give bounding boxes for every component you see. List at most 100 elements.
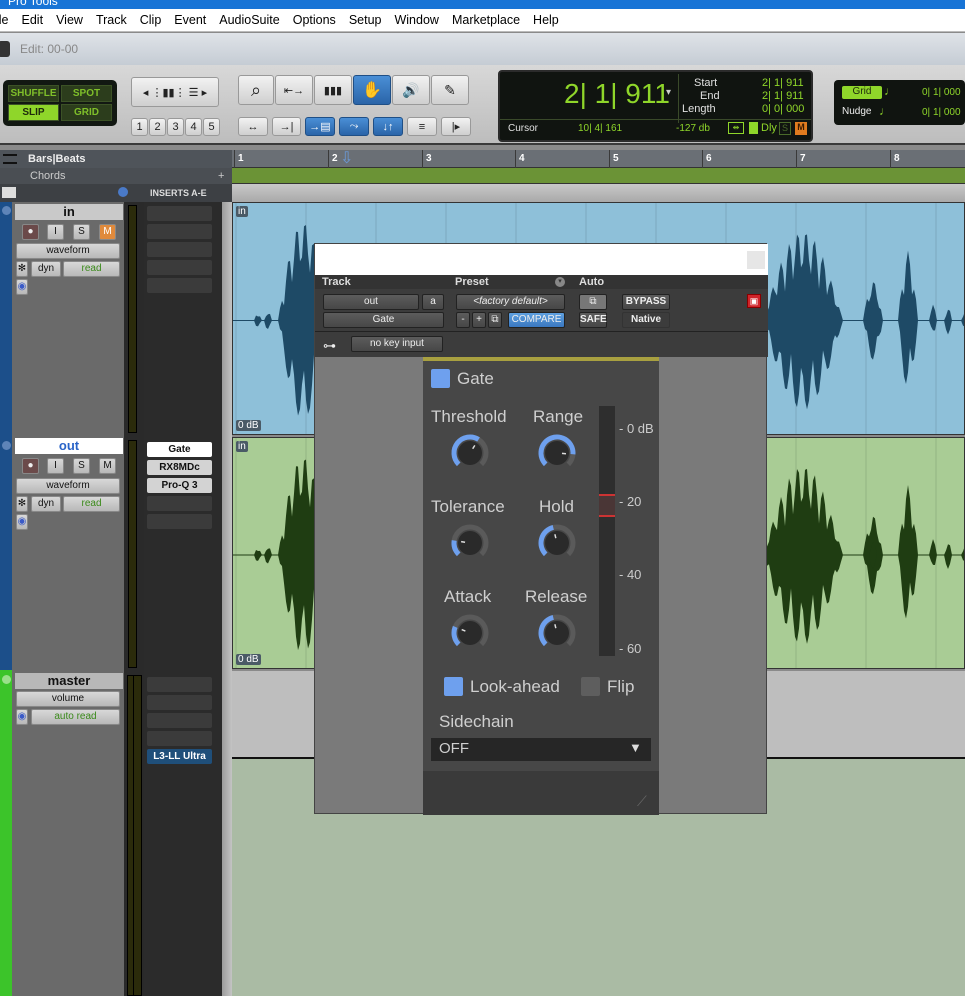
lookahead-checkbox[interactable]	[444, 677, 463, 696]
menu-setup[interactable]: Setup	[349, 13, 382, 27]
track-master-automation-select[interactable]: auto read	[31, 709, 120, 725]
track-out-view-select[interactable]: waveform	[16, 478, 120, 494]
menu-options[interactable]: Options	[293, 13, 336, 27]
audio-zoom-icon[interactable]: ⋮▮▮⋮	[151, 86, 185, 99]
track-out-insert-e[interactable]	[147, 514, 212, 529]
grid-mode-button[interactable]: GRID	[61, 104, 112, 121]
ruler-bars-beats[interactable]: Bars|Beats	[0, 150, 232, 168]
bar-ruler[interactable]: 1 2 3 4 5 6 7 8 ⇩	[232, 150, 965, 168]
spot-mode-button[interactable]: SPOT	[61, 85, 112, 102]
dly-label[interactable]: Dly	[761, 122, 777, 134]
start-value[interactable]: 2| 1| 911	[762, 77, 804, 89]
resize-grip-icon[interactable]: ⟋	[637, 793, 647, 810]
flip-checkbox[interactable]	[581, 677, 600, 696]
ruler-menu-icon[interactable]	[3, 154, 17, 164]
zoom-preset-4[interactable]: 4	[185, 118, 202, 136]
zoom-in-arrow-icon[interactable]: ▸	[202, 86, 208, 99]
track-master-insert-d[interactable]	[147, 731, 212, 746]
delay-compensation-icon[interactable]: ⇹	[728, 122, 744, 134]
track-master-insert-b[interactable]	[147, 695, 212, 710]
track-in-expand-icon[interactable]	[2, 206, 11, 215]
grid-value[interactable]: 0| 1| 000	[922, 87, 961, 98]
track-in-insert-e[interactable]	[147, 278, 212, 293]
threshold-indicator[interactable]	[599, 494, 615, 517]
track-out-solo-button[interactable]: S	[73, 458, 90, 474]
track-in-name[interactable]: in	[15, 204, 123, 220]
nudge-value[interactable]: 0| 1| 000	[922, 107, 961, 118]
zoomer-tool-icon[interactable]: ⌕	[238, 75, 274, 105]
menu-window[interactable]: Window	[394, 13, 438, 27]
track-in-mute-button[interactable]: M	[99, 224, 116, 240]
preset-menu-icon[interactable]: ▾	[555, 277, 565, 287]
shuffle-mode-button[interactable]: SHUFFLE	[8, 85, 59, 102]
add-chord-icon[interactable]: +	[218, 168, 224, 184]
track-in-freeze-icon[interactable]: ✻	[16, 261, 28, 277]
menu-clip[interactable]: Clip	[140, 13, 162, 27]
track-out-mute-button[interactable]: M	[99, 458, 116, 474]
chord-ruler[interactable]	[232, 168, 965, 184]
zoom-preset-2[interactable]: 2	[149, 118, 166, 136]
bypass-button[interactable]: BYPASS	[622, 294, 670, 310]
track-in-dyn-button[interactable]: dyn	[31, 261, 61, 277]
track-in-insert-d[interactable]	[147, 260, 212, 275]
trim-tool-icon[interactable]: ⇤→	[275, 75, 313, 105]
automation-enable-icon[interactable]: ⧉	[579, 294, 607, 310]
gate-enable-checkbox[interactable]	[431, 369, 450, 388]
plugin-select-dropdown[interactable]: Gate	[323, 312, 444, 328]
insertion-follows-icon[interactable]: ≡	[407, 117, 437, 136]
track-master-timebase-icon[interactable]: ◉	[16, 709, 28, 725]
track-master-name[interactable]: master	[15, 673, 123, 689]
menu-marketplace[interactable]: Marketplace	[452, 13, 520, 27]
track-out-automation-select[interactable]: read	[63, 496, 120, 512]
track-out-insert-c[interactable]: Pro-Q 3	[147, 478, 212, 493]
sidechain-chevron-down-icon[interactable]: ▼	[629, 740, 642, 755]
track-in-record-button[interactable]: ●	[22, 224, 39, 240]
threshold-knob[interactable]	[450, 433, 490, 473]
track-out-insert-b[interactable]: RX8MDc	[147, 460, 212, 475]
clip-gain-label[interactable]: 0 dB	[236, 420, 261, 431]
range-knob[interactable]	[537, 433, 577, 473]
track-out-name[interactable]: out	[15, 438, 123, 454]
track-in-input-button[interactable]: I	[47, 224, 64, 240]
track-out-insert-d[interactable]	[147, 496, 212, 511]
grid-note-icon[interactable]: ♩	[884, 84, 896, 98]
plugin-close-button[interactable]	[747, 251, 765, 269]
zoom-out-arrow-icon[interactable]: ◂	[143, 86, 149, 99]
track-out-timebase-icon[interactable]: ◉	[16, 514, 28, 530]
grid-toggle[interactable]: Grid	[842, 86, 882, 99]
plugin-title-bar[interactable]	[315, 244, 768, 275]
menu-edit[interactable]: Edit	[22, 13, 44, 27]
track-out-expand-icon[interactable]	[2, 441, 11, 450]
timebase-clock-icon[interactable]	[118, 187, 128, 197]
track-out-freeze-icon[interactable]: ✻	[16, 496, 28, 512]
track-master-insert-c[interactable]	[147, 713, 212, 728]
channel-select-dropdown[interactable]: a	[422, 294, 444, 310]
safe-button[interactable]: SAFE	[579, 312, 607, 328]
automation-follows-edit-icon[interactable]: ⤳	[339, 117, 369, 136]
track-in-timebase-icon[interactable]: ◉	[16, 279, 28, 295]
sidechain-dropdown[interactable]: OFF ▼	[431, 738, 651, 761]
track-out-dyn-button[interactable]: dyn	[31, 496, 61, 512]
midi-zoom-icon[interactable]: ☰	[189, 86, 199, 99]
link-timeline-icon[interactable]: →|	[272, 117, 301, 136]
zoom-controls[interactable]: ◂ ⋮▮▮⋮ ☰ ▸	[131, 77, 219, 107]
menu-track[interactable]: Track	[96, 13, 127, 27]
menu-view[interactable]: View	[56, 13, 83, 27]
slip-mode-button[interactable]: SLIP	[8, 104, 59, 121]
tab-to-transients-icon[interactable]: ↔	[238, 117, 268, 136]
preset-select-dropdown[interactable]: <factory default>	[456, 294, 565, 310]
track-out-insert-a[interactable]: Gate	[147, 442, 212, 457]
menu-help[interactable]: Help	[533, 13, 559, 27]
length-value[interactable]: 0| 0| 000	[762, 103, 804, 115]
target-plugin-icon[interactable]: ▣	[747, 294, 761, 308]
mirror-midi-icon[interactable]: ↓↑	[373, 117, 403, 136]
playhead-marker-icon[interactable]: ⇩	[340, 150, 353, 168]
menu-audiosuite[interactable]: AudioSuite	[219, 13, 279, 27]
copy-settings-icon[interactable]: ⧉	[488, 312, 502, 328]
pencil-tool-icon[interactable]: ✎	[431, 75, 469, 105]
release-knob[interactable]	[537, 613, 577, 653]
play-follows-icon[interactable]: |▸	[441, 117, 471, 136]
next-preset-button[interactable]: +	[472, 312, 486, 328]
track-master-expand-icon[interactable]	[2, 675, 11, 684]
track-out-record-button[interactable]: ●	[22, 458, 39, 474]
